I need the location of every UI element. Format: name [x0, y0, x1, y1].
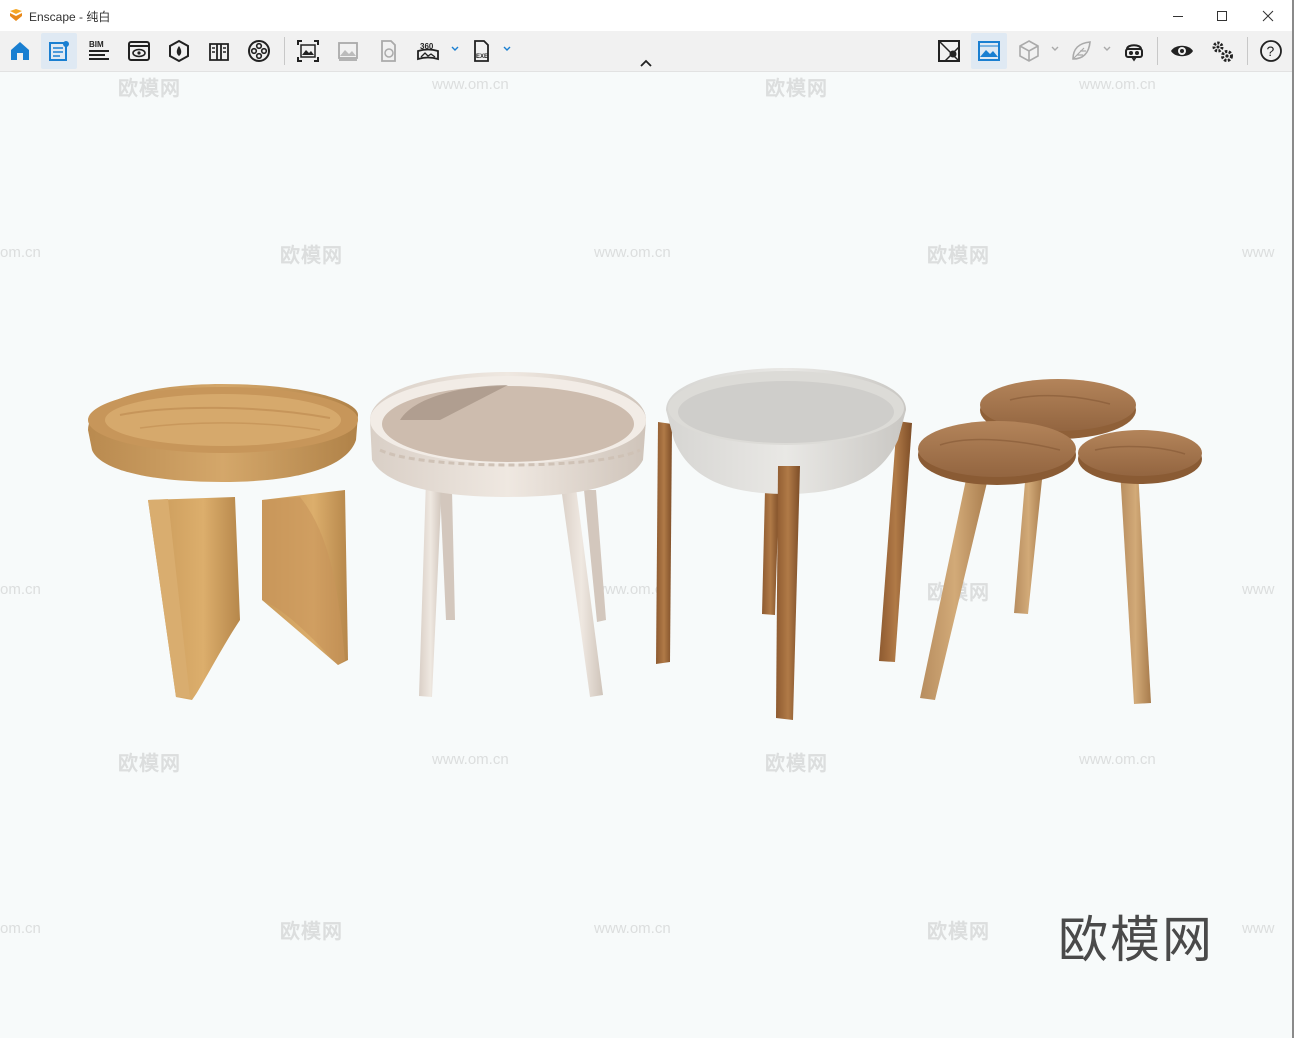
panorama-360-icon: 360 [417, 42, 439, 61]
screenshot-button[interactable] [290, 33, 326, 69]
settings-gears-icon [1212, 41, 1233, 62]
visibility-icon [1171, 45, 1193, 57]
web-standalone-icon [381, 40, 396, 62]
cube-icon [1019, 40, 1039, 62]
assets-icon [49, 41, 69, 61]
view-eye-button[interactable] [121, 33, 157, 69]
render-viewport[interactable]: 欧模网 www.om.cn 欧模网 www.om.cn om.cn 欧模网 ww… [0, 72, 1292, 1038]
svg-text:?: ? [1267, 43, 1275, 59]
settings-button[interactable] [1204, 33, 1240, 69]
close-icon [1262, 10, 1274, 21]
video-editor-icon [248, 40, 270, 62]
image-view-icon [978, 41, 1000, 61]
maximize-icon [1217, 10, 1227, 21]
minimize-icon [1173, 15, 1183, 17]
collapse-toolbar-icon[interactable] [638, 59, 654, 69]
home-icon [11, 42, 29, 60]
help-button[interactable]: ? [1253, 33, 1289, 69]
minimize-button[interactable] [1155, 0, 1201, 31]
leaf-icon [1072, 41, 1091, 60]
assets-button[interactable] [41, 33, 77, 69]
close-button[interactable] [1245, 0, 1291, 31]
video-editor-button[interactable] [241, 33, 277, 69]
chevron-down-icon[interactable] [450, 44, 460, 54]
toolbar-separator [1247, 37, 1248, 65]
visibility-button[interactable] [1164, 33, 1200, 69]
window-title: Enscape - 纯白 [29, 10, 111, 24]
atmosphere-icon [169, 39, 189, 63]
furniture-scene [88, 368, 1202, 720]
toolbar-separator [1157, 37, 1158, 65]
chevron-down-icon[interactable] [1050, 44, 1060, 54]
batch-render-button[interactable] [330, 33, 366, 69]
chevron-down-icon[interactable] [1102, 44, 1112, 54]
export-exe-button[interactable]: EXE [464, 33, 500, 69]
export-exe-icon: EXE [474, 40, 489, 62]
enscape-logo-icon [10, 9, 22, 21]
vr-headset-button[interactable] [1116, 33, 1152, 69]
image-view-button[interactable] [971, 33, 1007, 69]
oak-stool[interactable] [88, 384, 358, 700]
chevron-down-icon[interactable] [502, 44, 512, 54]
panorama-360-button[interactable]: 360 [410, 33, 446, 69]
svg-text:BIM: BIM [89, 40, 104, 49]
map-pin-button[interactable] [931, 33, 967, 69]
bim-icon: BIM [89, 40, 109, 60]
svg-text:EXE: EXE [476, 54, 488, 60]
atmosphere-button[interactable] [161, 33, 197, 69]
toolbar: BIM 360 EXE ? [0, 31, 1292, 72]
toolbar-separator [284, 37, 285, 65]
home-button[interactable] [2, 33, 38, 69]
carved-tray-table[interactable] [370, 372, 646, 697]
vr-headset-icon [1125, 44, 1143, 62]
clover-side-table[interactable] [918, 379, 1202, 704]
watermark-logo-large: 欧模网 [1058, 912, 1214, 968]
cube-button[interactable] [1011, 33, 1047, 69]
web-standalone-button[interactable] [370, 33, 406, 69]
concrete-bowl-table[interactable] [656, 368, 912, 720]
bim-button[interactable]: BIM [81, 33, 117, 69]
batch-render-icon [338, 42, 358, 61]
leaf-button[interactable] [1063, 33, 1099, 69]
view-eye-icon [128, 41, 150, 61]
material-library-icon [209, 43, 229, 61]
screenshot-icon [297, 40, 319, 62]
material-library-button[interactable] [201, 33, 237, 69]
map-pin-icon [938, 40, 960, 62]
maximize-button[interactable] [1199, 0, 1245, 31]
title-bar: Enscape - 纯白 [0, 0, 1294, 31]
help-icon: ? [1260, 40, 1282, 62]
